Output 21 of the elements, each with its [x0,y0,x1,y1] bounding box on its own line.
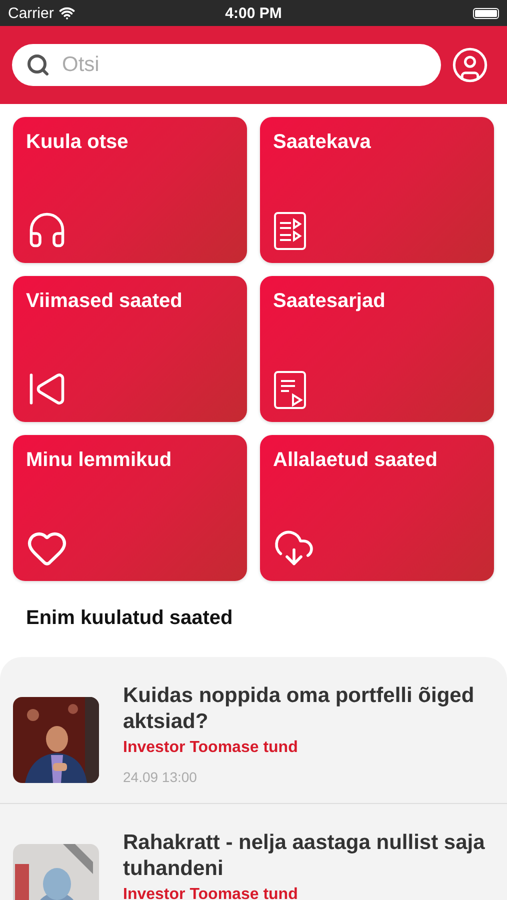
episode-title[interactable]: Kuidas noppida oma portfelli õiged aktsiad? [123,683,497,735]
carrier-name: Carrier [8,4,54,22]
category-tile[interactable]: Saatekava [260,117,494,263]
search-icon [26,53,50,77]
wifi-icon [58,5,75,21]
section-title: Enim kuulatud saated [26,607,233,629]
category-tile[interactable]: Viimased saated [13,276,247,422]
show-name: Investor Toomase tund [123,739,299,757]
category-tile[interactable]: Kuula otse [13,117,247,263]
clock-time: 4:00 PM [225,4,282,22]
episode-title[interactable]: Rahakratt - nelja aastaga nullist saja tuhandeni [123,830,497,882]
list-play-icon [273,211,307,251]
profile-button[interactable] [451,46,489,84]
category-tile[interactable]: Minu lemmikud [13,435,247,581]
document-play-icon [273,370,307,410]
episode-date: 24.09 13:00 [123,769,198,785]
show-name: Investor Toomase tund [123,886,299,900]
category-tile[interactable]: Saatesarjad [260,276,494,422]
search-field[interactable]: Otsi [12,44,441,86]
category-tile[interactable]: Allalaetud saated [260,435,494,581]
battery-icon [473,8,499,18]
